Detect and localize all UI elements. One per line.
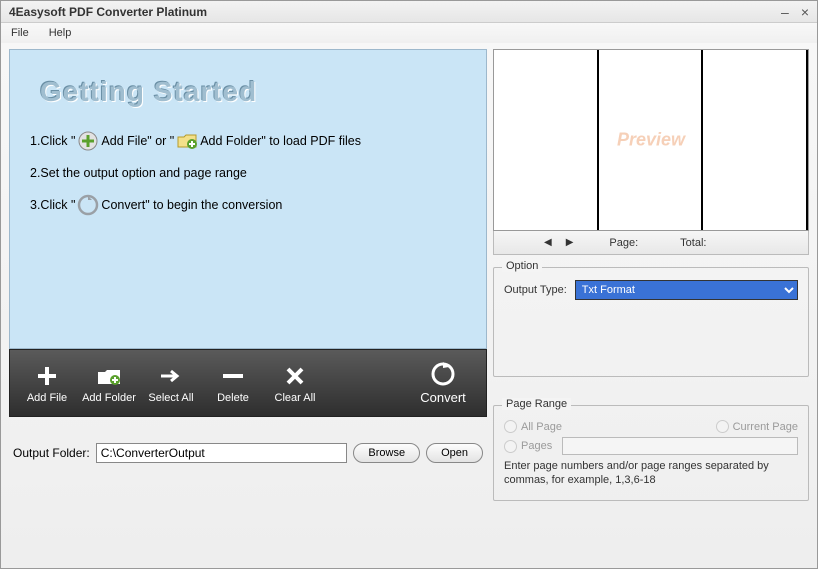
window-buttons: – × [781,4,809,20]
right-pane: Preview ◀ ▶ Page: Total: Option Output T… [493,49,809,560]
step-3: 3.Click " Convert" to begin the conversi… [30,194,472,216]
output-type-row: Output Type: Txt Format [504,280,798,300]
output-type-select[interactable]: Txt Format [575,280,798,300]
step-3-text-a: 3.Click " [30,198,75,212]
current-page-label: Current Page [733,421,798,433]
step-1-text-c: Add Folder" to load PDF files [200,134,361,148]
next-page-button[interactable]: ▶ [566,237,574,248]
step-2: 2.Set the output option and page range [30,166,472,180]
all-page-option[interactable]: All Page [504,420,562,433]
pages-radio[interactable] [504,440,517,453]
pages-label: Pages [521,440,552,452]
add-folder-icon [176,130,198,152]
delete-button[interactable]: Delete [202,355,264,411]
getting-started-panel: Getting Started 1.Click " Add File" or "… [9,49,487,349]
open-button[interactable]: Open [426,443,483,463]
close-button[interactable]: × [801,4,809,20]
page-range-row-2: Pages [504,437,798,455]
current-page-option[interactable]: Current Page [716,420,798,433]
refresh-icon [429,361,457,387]
preview-pane-3 [703,50,808,230]
pages-input[interactable] [562,437,798,455]
app-window: 4Easysoft PDF Converter Platinum – × Fil… [0,0,818,569]
page-range-row-1: All Page Current Page [504,420,798,433]
preview-panel: Preview [493,49,809,231]
x-icon [285,363,305,389]
add-file-icon [77,130,99,152]
convert-button[interactable]: Convert [406,355,480,411]
toolbar: Add File Add Folder Select All Delete Cl… [9,349,487,417]
preview-area: Preview ◀ ▶ Page: Total: [493,49,809,255]
minimize-button[interactable]: – [781,4,789,20]
add-folder-label: Add Folder [82,392,136,404]
page-range-hint: Enter page numbers and/or page ranges se… [504,459,798,488]
add-file-label: Add File [27,392,67,404]
all-page-radio[interactable] [504,420,517,433]
window-title: 4Easysoft PDF Converter Platinum [9,5,207,19]
content: Getting Started 1.Click " Add File" or "… [1,43,817,568]
page-label: Page: [609,237,638,249]
step-1: 1.Click " Add File" or " Add Folder" to … [30,130,472,152]
page-range-legend: Page Range [502,398,571,410]
add-file-button[interactable]: Add File [16,355,78,411]
all-page-label: All Page [521,421,562,433]
output-folder-row: Output Folder: Browse Open [9,443,487,463]
option-legend: Option [502,260,542,272]
delete-label: Delete [217,392,249,404]
current-page-radio[interactable] [716,420,729,433]
preview-watermark: Preview [617,130,685,151]
plus-icon [35,363,59,389]
option-fieldset: Option Output Type: Txt Format [493,267,809,377]
browse-button[interactable]: Browse [353,443,420,463]
output-folder-label: Output Folder: [13,446,90,460]
page-range-fieldset: Page Range All Page Current Page Pages E… [493,405,809,501]
arrow-right-icon [159,363,183,389]
pager: ◀ ▶ Page: Total: [493,231,809,255]
total-label: Total: [680,237,706,249]
pager-nav: ◀ ▶ [544,237,573,248]
step-3-text-b: Convert" to begin the conversion [101,198,282,212]
convert-icon [77,194,99,216]
step-1-text-b: Add File" or " [101,134,174,148]
add-folder-button[interactable]: Add Folder [78,355,140,411]
preview-pane-1 [494,50,599,230]
left-pane: Getting Started 1.Click " Add File" or "… [9,49,487,560]
minus-icon [223,363,243,389]
menubar: File Help [1,23,817,43]
output-folder-input[interactable] [96,443,348,463]
output-type-label: Output Type: [504,284,567,296]
prev-page-button[interactable]: ◀ [544,237,552,248]
step-1-text-a: 1.Click " [30,134,75,148]
clear-all-button[interactable]: Clear All [264,355,326,411]
clear-all-label: Clear All [275,392,316,404]
select-all-label: Select All [148,392,193,404]
select-all-button[interactable]: Select All [140,355,202,411]
menu-help[interactable]: Help [49,27,72,39]
titlebar: 4Easysoft PDF Converter Platinum – × [1,1,817,23]
getting-started-title: Getting Started [40,76,472,108]
menu-file[interactable]: File [11,27,29,39]
folder-plus-icon [96,363,122,389]
pages-option[interactable]: Pages [504,440,552,453]
convert-label: Convert [420,390,466,405]
